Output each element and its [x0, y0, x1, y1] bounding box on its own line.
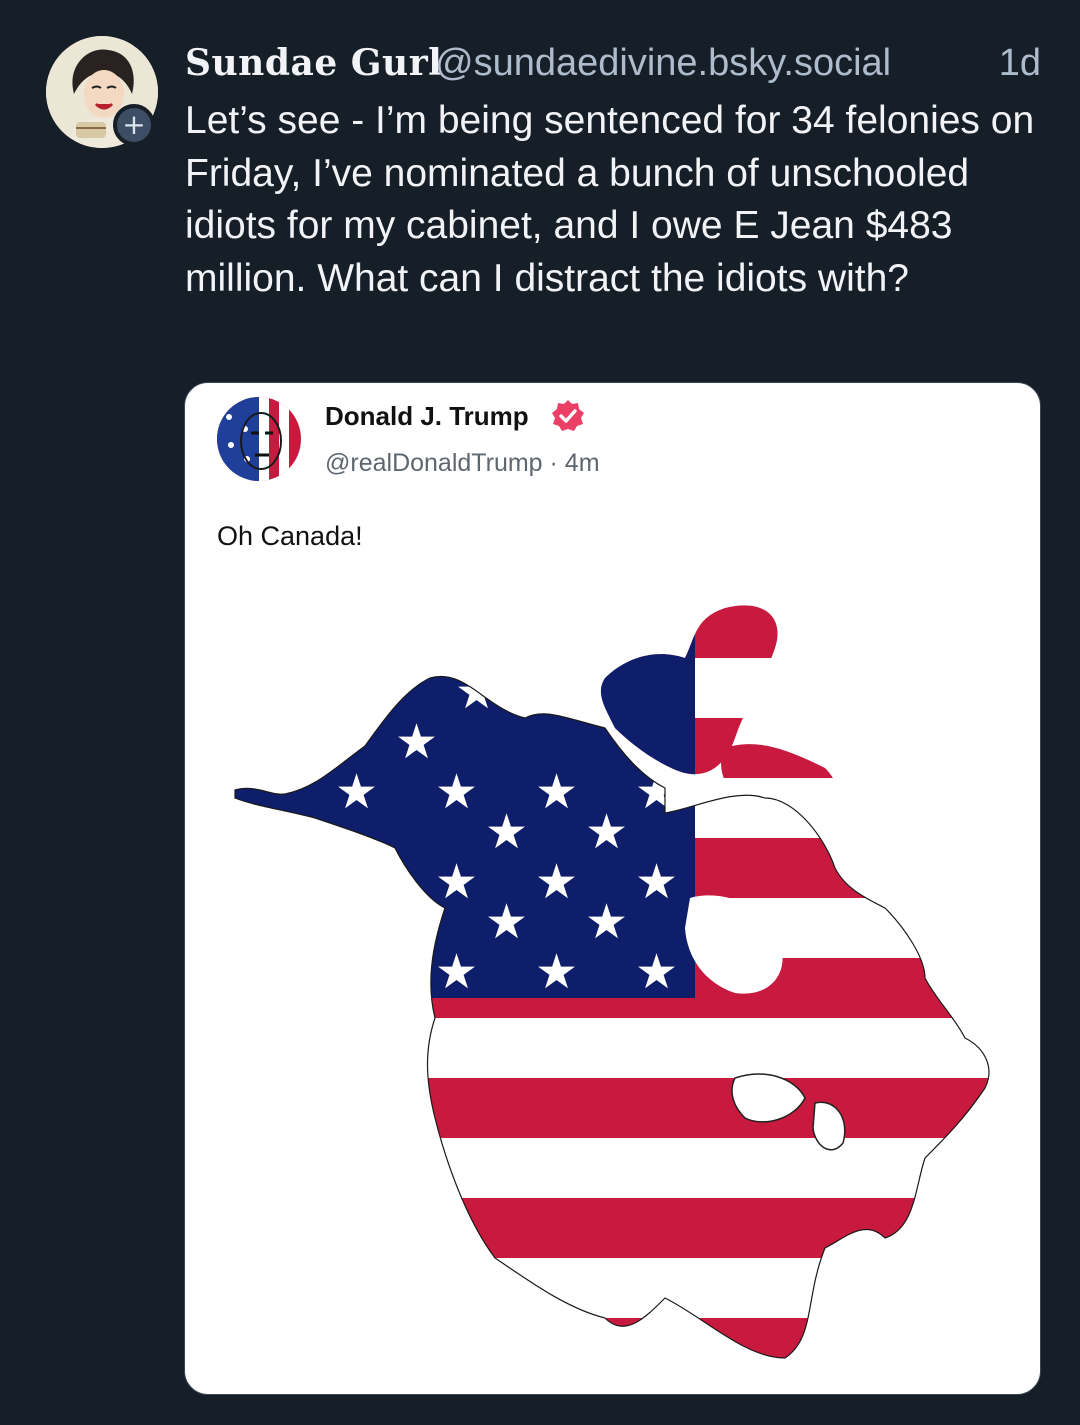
svg-text:★: ★	[395, 714, 438, 770]
embed-author-handle[interactable]: @realDonaldTrump · 4m	[325, 449, 600, 478]
svg-text:★: ★	[535, 764, 578, 820]
svg-text:★: ★	[635, 944, 678, 1000]
svg-text:★: ★	[435, 764, 478, 820]
svg-text:★: ★	[455, 664, 498, 720]
follow-button[interactable]: +	[113, 104, 155, 146]
post-body-text: Let’s see - I’m being sentenced for 34 f…	[185, 99, 1035, 300]
post-header: Sundae Gurl @sundaedivine.bsky.social 1d	[185, 40, 1045, 90]
svg-text:★: ★	[435, 854, 478, 910]
author-display-name[interactable]: Sundae Gurl	[185, 42, 442, 84]
embed-post-text: Oh Canada!	[217, 521, 363, 551]
svg-text:★: ★	[485, 804, 528, 860]
svg-text:★: ★	[535, 854, 578, 910]
svg-text:★: ★	[535, 944, 578, 1000]
svg-text:★: ★	[635, 854, 678, 910]
embedded-post-card[interactable]: Donald J. Trump @realDonaldTrump · 4m Oh…	[184, 382, 1041, 1395]
embed-author-avatar	[217, 397, 301, 481]
svg-text:★: ★	[335, 764, 378, 820]
embed-author-name[interactable]: Donald J. Trump	[325, 401, 529, 432]
post-timestamp[interactable]: 1d	[999, 42, 1041, 85]
author-handle[interactable]: @sundaedivine.bsky.social	[435, 42, 891, 85]
svg-text:★: ★	[585, 804, 628, 860]
svg-text:★: ★	[435, 944, 478, 1000]
svg-text:★: ★	[585, 894, 628, 950]
north-america-flag-map[interactable]: ★ ★ ★ ★ ★ ★ ★ ★ ★ ★ ★ ★ ★ ★ ★ ★	[225, 598, 1005, 1368]
svg-text:★: ★	[485, 894, 528, 950]
post[interactable]: + Sundae Gurl @sundaedivine.bsky.social …	[0, 0, 1080, 1425]
verified-badge-icon	[552, 400, 584, 431]
